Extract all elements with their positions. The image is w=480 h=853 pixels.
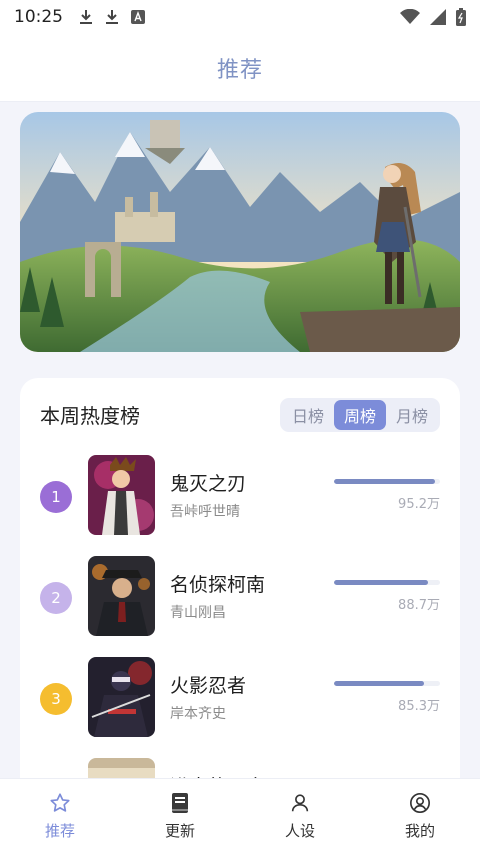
signal-icon <box>430 9 446 25</box>
book-cover <box>88 455 155 535</box>
book-author: 岸本齐史 <box>170 706 226 722</box>
book-icon <box>172 792 188 813</box>
battery-icon <box>456 8 466 26</box>
download-icon <box>105 9 119 25</box>
heat-bar-fill <box>334 479 435 484</box>
book-cover <box>88 657 155 737</box>
ranking-title: 本周热度榜 <box>40 404 140 428</box>
book-title: 名侦探柯南 <box>170 574 266 596</box>
rank-badge: 2 <box>40 582 72 614</box>
download-icon <box>79 9 93 25</box>
heat-bar-fill <box>334 681 425 686</box>
tab-characters[interactable]: 人设 <box>240 779 360 853</box>
notification-icons <box>79 9 145 25</box>
book-title: 鬼灭之刃 <box>170 473 247 495</box>
status-time: 10:25 <box>14 7 63 27</box>
wifi-icon <box>400 9 420 25</box>
heat-bar <box>334 479 440 484</box>
tab-weekly[interactable]: 周榜 <box>334 400 386 430</box>
profile-circle-icon <box>410 792 430 813</box>
heat-bar <box>334 580 440 585</box>
system-icons <box>400 8 466 26</box>
fantasy-landscape-illustration <box>20 112 460 352</box>
ranking-item-3[interactable]: 3 火影忍者 岸本齐史 85.3万 <box>20 657 460 741</box>
status-bar: 10:25 <box>0 0 480 34</box>
book-author: 吾峠呼世晴 <box>170 504 240 520</box>
tab-profile[interactable]: 我的 <box>360 779 480 853</box>
heat-bar-fill <box>334 580 429 585</box>
heat-bar <box>334 681 440 686</box>
heat-value: 95.2万 <box>398 497 440 512</box>
bottom-tab-bar: 推荐 更新 人设 我的 <box>0 778 480 853</box>
banner-image[interactable] <box>20 112 460 352</box>
ranking-period-switch: 日榜 周榜 月榜 <box>280 398 440 432</box>
app-bar: 推荐 <box>0 34 480 102</box>
heat-value: 85.3万 <box>398 699 440 714</box>
page-title: 推荐 <box>216 57 263 83</box>
book-cover <box>88 556 155 636</box>
tab-daily[interactable]: 日榜 <box>282 400 334 430</box>
star-icon <box>50 792 70 812</box>
book-author: 青山刚昌 <box>170 605 226 621</box>
tab-monthly[interactable]: 月榜 <box>386 400 438 430</box>
tab-label: 推荐 <box>44 821 75 840</box>
ranking-item-2[interactable]: 2 名侦探柯南 青山刚昌 88.7万 <box>20 556 460 640</box>
person-icon <box>291 793 309 811</box>
heat-value: 88.7万 <box>398 598 440 613</box>
tab-updates[interactable]: 更新 <box>120 779 240 853</box>
rank-badge: 3 <box>40 683 72 715</box>
ranking-item-1[interactable]: 1 鬼灭之刃 吾峠呼世晴 95.2万 <box>20 455 460 539</box>
a-box-icon <box>131 10 145 24</box>
tab-label: 人设 <box>284 821 315 840</box>
tab-label: 我的 <box>404 821 435 840</box>
tab-label: 更新 <box>164 821 195 840</box>
book-title: 火影忍者 <box>170 675 247 697</box>
tab-recommend[interactable]: 推荐 <box>0 779 120 853</box>
rank-badge: 1 <box>40 481 72 513</box>
